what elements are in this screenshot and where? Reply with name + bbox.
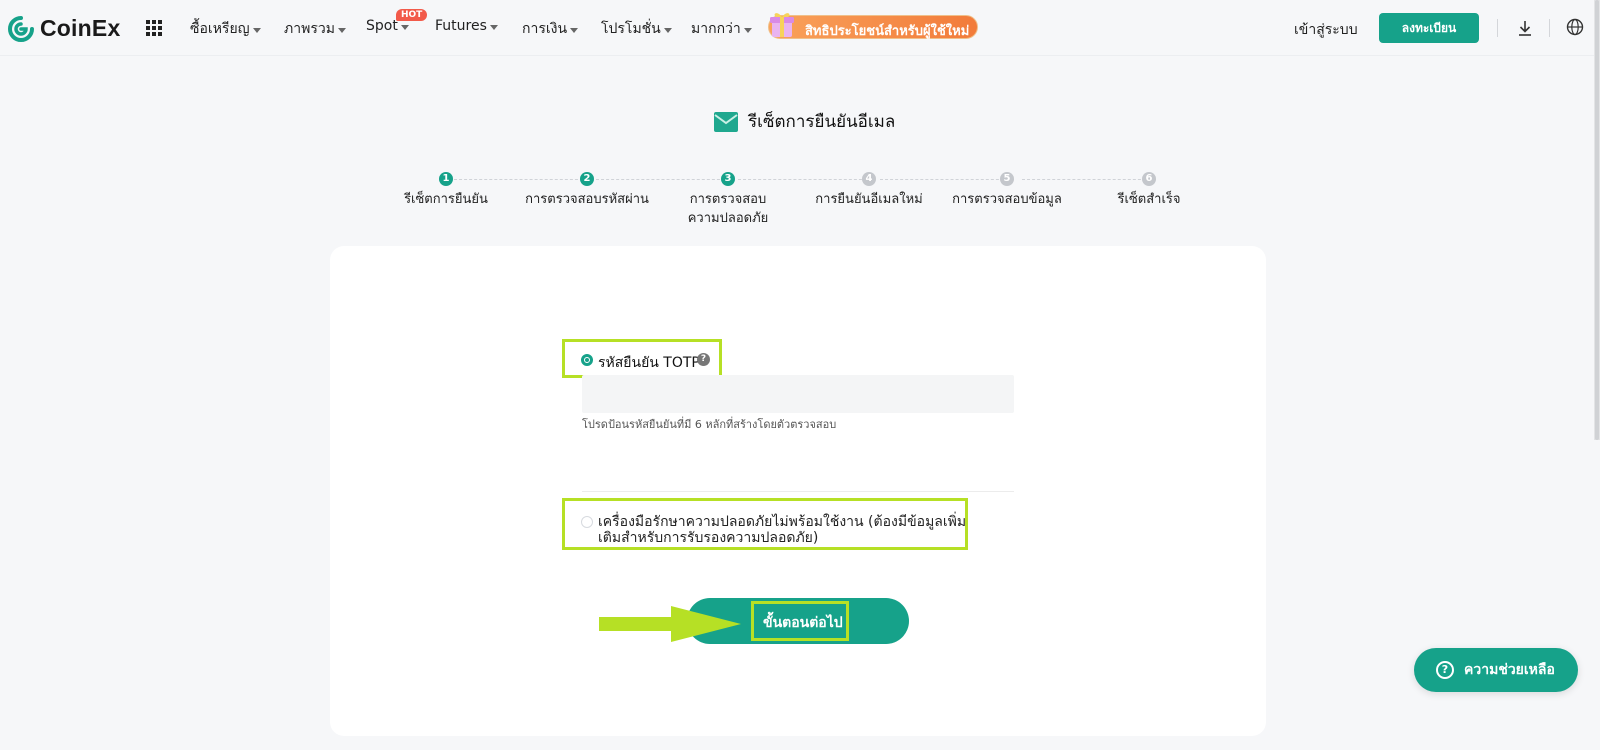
totp-option-label[interactable]: รหัสยืนยัน TOTP [598, 352, 700, 374]
nav-item-promotions[interactable]: โปรโมชั่น [601, 18, 672, 40]
step-5: 5 การตรวจสอบข้อมูล [937, 170, 1077, 209]
step-2: 2 การตรวจสอบรหัสผ่าน [517, 170, 657, 209]
nav-item-label: ซื้อเหรียญ [190, 21, 250, 37]
coinex-logo[interactable]: CoinEx [8, 15, 120, 42]
step-number: 1 [439, 172, 453, 186]
nav-item-futures[interactable]: Futures [435, 18, 498, 34]
nav-item-label: มากกว่า [691, 21, 741, 37]
help-icon[interactable]: ? [697, 353, 710, 366]
nav-item-label: โปรโมชั่น [601, 21, 661, 37]
step-label: การตรวจสอบรหัสผ่าน [525, 192, 649, 207]
step-4: 4 การยืนยันอีเมลใหม่ [799, 170, 939, 209]
progress-stepper: 1 รีเซ็ตการยืนยัน 2 การตรวจสอบรหัสผ่าน 3… [0, 170, 1600, 230]
gift-icon [770, 13, 794, 37]
totp-hint: โปรดป้อนรหัสยืนยันที่มี 6 หลักที่สร้างโด… [582, 418, 837, 431]
promo-label: สิทธิประโยชน์สำหรับผู้ใช้ใหม่ [805, 24, 970, 39]
page-header: รีเซ็ตการยืนยันอีเมล [714, 108, 895, 135]
chevron-down-icon [743, 27, 752, 33]
chevron-down-icon [252, 27, 261, 33]
divider [1549, 19, 1550, 37]
nav-item-finance[interactable]: การเงิน [522, 18, 579, 40]
nav-item-buy-crypto[interactable]: ซื้อเหรียญ [190, 18, 261, 40]
step-label: การตรวจสอบความปลอดภัย [687, 192, 769, 226]
chevron-down-icon [337, 27, 346, 33]
signup-button[interactable]: ลงทะเบียน [1379, 13, 1479, 43]
nav-item-label: Spot [366, 18, 398, 34]
chevron-down-icon [570, 27, 579, 33]
step-number: 3 [721, 172, 735, 186]
nav-item-label: การเงิน [522, 21, 568, 37]
globe-icon[interactable] [1566, 18, 1584, 36]
step-label: รีเซ็ตการยืนยัน [404, 192, 488, 207]
step-number: 5 [1000, 172, 1014, 186]
step-number: 6 [1142, 172, 1156, 186]
hot-badge: HOT [396, 9, 428, 21]
chevron-down-icon [489, 24, 498, 30]
step-number: 4 [862, 172, 876, 186]
step-label: การตรวจสอบข้อมูล [952, 192, 1062, 207]
nav-item-label: ภาพรวม [284, 21, 335, 37]
totp-code-input[interactable] [582, 375, 1014, 413]
help-label: ความช่วยเหลือ [1464, 662, 1555, 678]
question-icon: ? [1436, 661, 1454, 679]
top-navbar: CoinEx ซื้อเหรียญ ภาพรวม Spot HOT Future… [0, 0, 1600, 56]
coinex-logo-icon [8, 15, 34, 42]
totp-radio[interactable] [581, 354, 593, 366]
annotation-arrow-icon [599, 606, 741, 642]
step-number: 2 [580, 172, 594, 186]
security-tool-unavailable-radio[interactable] [581, 516, 593, 528]
step-3: 3 การตรวจสอบความปลอดภัย [658, 170, 798, 228]
nav-item-label: Futures [435, 18, 487, 34]
nav-item-markets[interactable]: ภาพรวม [284, 18, 346, 40]
chevron-down-icon [663, 27, 672, 33]
step-1: 1 รีเซ็ตการยืนยัน [376, 170, 516, 209]
nav-item-more[interactable]: มากกว่า [691, 18, 752, 40]
page-title: รีเซ็ตการยืนยันอีเมล [748, 112, 896, 132]
apps-grid-icon[interactable] [146, 20, 162, 36]
next-step-label[interactable]: ขั้นตอนต่อไป [763, 612, 843, 634]
security-tool-unavailable-label[interactable]: เครื่องมือรักษาความปลอดภัยไม่พร้อมใช้งาน… [598, 514, 968, 546]
login-link[interactable]: เข้าสู่ระบบ [1294, 19, 1358, 41]
divider [582, 491, 1014, 492]
step-label: การยืนยันอีเมลใหม่ [815, 192, 923, 207]
step-label: รีเซ็ตสำเร็จ [1117, 192, 1181, 207]
new-user-promo-banner[interactable]: สิทธิประโยชน์สำหรับผู้ใช้ใหม่ [768, 15, 978, 39]
download-icon[interactable] [1516, 19, 1534, 37]
help-button[interactable]: ? ความช่วยเหลือ [1414, 648, 1578, 692]
brand-name: CoinEx [40, 15, 121, 41]
chevron-down-icon [400, 24, 409, 30]
mail-icon [714, 111, 738, 132]
step-6: 6 รีเซ็ตสำเร็จ [1079, 170, 1219, 209]
divider [1497, 19, 1498, 37]
